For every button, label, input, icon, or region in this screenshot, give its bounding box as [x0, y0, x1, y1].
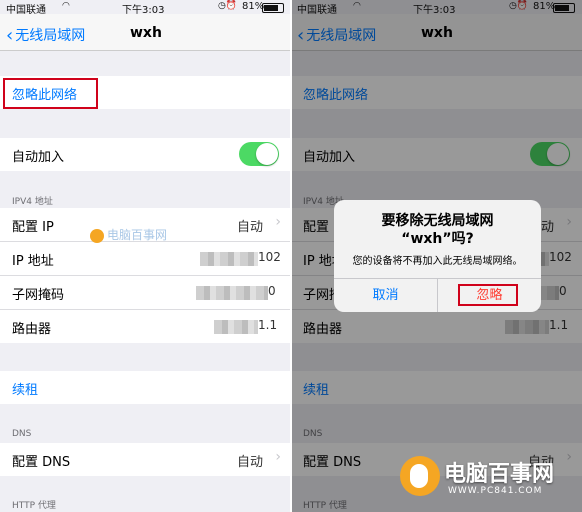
highlight-box: [3, 78, 98, 109]
router-label: 路由器: [12, 322, 52, 337]
page-title: wxh: [130, 25, 162, 41]
brand-logo-icon: [90, 228, 104, 243]
subnet-mask-row: 子网掩码 0: [0, 276, 291, 310]
configure-dns-row[interactable]: 配置 DNS 自动 ›: [0, 443, 291, 476]
watermark-brand-text: 电脑百事网: [444, 462, 555, 487]
router-row: 路由器 1.1: [0, 310, 291, 343]
blurred-value: [214, 320, 258, 334]
auto-join-group: 自动加入: [0, 138, 291, 171]
blurred-value: [196, 286, 268, 300]
watermark-url: WWW.PC841.COM: [448, 486, 543, 496]
watermark-brand: 电脑百事网 WWW.PC841.COM: [400, 452, 582, 512]
alert-title: 要移除无线局域网 “wxh”吗?: [334, 212, 541, 248]
alert-title-line2: “wxh”吗?: [401, 231, 474, 247]
configure-ip-label: 配置 IP: [12, 220, 54, 235]
renew-row[interactable]: 续租: [0, 371, 291, 404]
brand-logo-icon: [400, 456, 440, 496]
watermark-small-text: 电脑百事网: [107, 228, 168, 242]
settings-screen-right: 中国联通 ◠ 下午3:03 ◷⏰ 81% ‹ 无线局域网 wxh 忽略此网络 自动…: [291, 0, 582, 512]
chevron-right-icon: ›: [275, 214, 281, 230]
renew-group: 续租: [0, 371, 291, 404]
router-suffix: 1.1: [258, 318, 278, 332]
panel-divider: [290, 0, 292, 512]
alarm-icon: ◷⏰: [218, 1, 238, 11]
settings-screen-left: 中国联通 ◠ 下午3:03 ◷⏰ 81% ‹ 无线局域网 wxh 忽略此网络 自动…: [0, 0, 291, 512]
battery-percent: 81%: [242, 1, 265, 12]
configure-dns-label: 配置 DNS: [12, 455, 71, 470]
back-button[interactable]: ‹ 无线局域网: [6, 24, 86, 46]
chevron-left-icon: ‹: [6, 25, 14, 46]
nav-bar: ‹ 无线局域网 wxh: [0, 14, 291, 51]
alert-title-line1: 要移除无线局域网: [381, 213, 494, 229]
ip-address-label: IP 地址: [12, 254, 54, 269]
back-label: 无线局域网: [15, 28, 86, 44]
status-bar: 中国联通 ◠ 下午3:03 ◷⏰ 81%: [0, 0, 291, 16]
http-proxy-section-header: HTTP 代理: [12, 501, 56, 511]
configure-ip-value: 自动: [236, 220, 263, 235]
subnet-mask-label: 子网掩码: [12, 288, 65, 303]
ipv4-section-header: IPV4 地址: [12, 197, 53, 207]
alert-message: 您的设备将不再加入此无线局域网络。: [352, 256, 523, 267]
cancel-button[interactable]: 取消: [334, 279, 438, 312]
configure-dns-value: 自动: [236, 455, 263, 470]
dns-section-header: DNS: [12, 429, 32, 439]
auto-join-label: 自动加入: [12, 150, 65, 165]
auto-join-row: 自动加入: [0, 138, 291, 171]
subnet-mask-suffix: 0: [268, 284, 276, 298]
battery-icon: [262, 3, 284, 13]
wifi-signal-icon: ◠: [62, 1, 70, 11]
ip-address-suffix: 102: [258, 250, 281, 264]
ip-address-row: IP 地址 102: [0, 242, 291, 276]
highlight-box: [458, 284, 518, 306]
watermark-small: 电脑百事网: [90, 226, 167, 243]
blurred-value: [200, 252, 258, 266]
dns-group: 配置 DNS 自动 ›: [0, 443, 291, 476]
renew-lease-button[interactable]: 续租: [12, 379, 38, 398]
auto-join-toggle[interactable]: [239, 142, 279, 166]
chevron-right-icon: ›: [275, 449, 281, 465]
